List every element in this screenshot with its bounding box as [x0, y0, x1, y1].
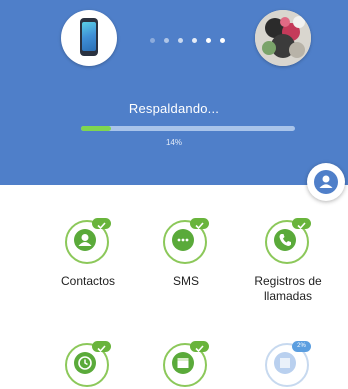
- category-call-logs[interactable]: Registros de llamadas: [233, 218, 343, 304]
- message-icon: [177, 238, 189, 242]
- backup-status: Respaldando...: [128, 101, 220, 116]
- gallery-icon: [280, 358, 290, 368]
- category-calendar[interactable]: [131, 341, 241, 389]
- check-icon: [92, 218, 111, 230]
- target-device: [255, 10, 311, 66]
- phone-icon: [80, 18, 98, 56]
- category-sms[interactable]: SMS: [131, 218, 241, 289]
- check-icon: [92, 341, 111, 353]
- backup-header: Respaldando... 14%: [0, 0, 348, 185]
- backup-progress-fill: [81, 126, 111, 131]
- category-contacts[interactable]: Contactos: [33, 218, 143, 289]
- phone-call-icon: [279, 234, 291, 246]
- photo-avatar-icon: [255, 10, 311, 66]
- category-label: SMS: [172, 274, 199, 288]
- transfer-dots: [150, 38, 230, 44]
- clock-icon: [78, 356, 92, 370]
- badge-percent: 2%: [297, 343, 306, 349]
- check-icon: [190, 341, 209, 353]
- check-icon: [292, 218, 311, 230]
- category-gallery[interactable]: 2%: [233, 341, 343, 389]
- check-icon: [190, 218, 209, 230]
- progress-badge: 2%: [292, 341, 311, 352]
- category-label: Registros de llamadas: [254, 274, 322, 303]
- category-clock[interactable]: [33, 341, 143, 389]
- person-icon: [314, 170, 338, 194]
- contact-icon: [78, 234, 92, 246]
- backup-percent: 14%: [165, 138, 182, 147]
- category-label: Contactos: [60, 274, 116, 288]
- account-button[interactable]: [307, 163, 345, 201]
- backup-progress-bar: [81, 126, 295, 131]
- source-device: [61, 10, 117, 66]
- calendar-icon: [177, 358, 189, 368]
